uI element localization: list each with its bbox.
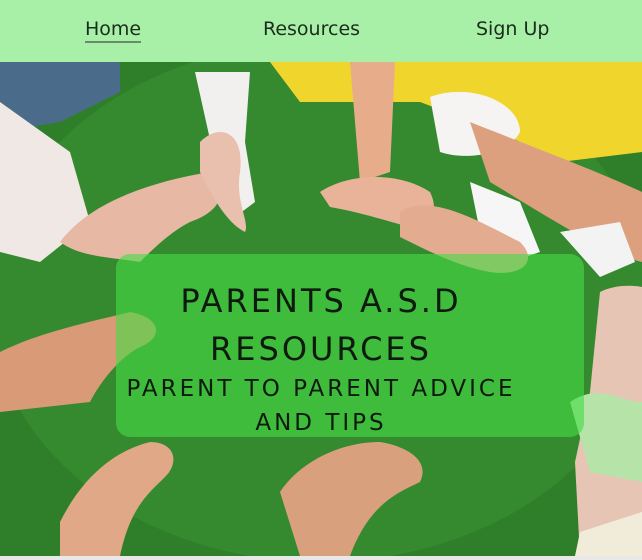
nav-link-home[interactable]: Home xyxy=(85,18,142,43)
top-nav: Home Resources Sign Up xyxy=(0,0,642,62)
nav-link-sign-up[interactable]: Sign Up xyxy=(476,18,549,40)
nav-link-resources[interactable]: Resources xyxy=(263,18,360,40)
hero-subheading-line2: AND TIPS xyxy=(255,410,387,436)
hero-subheading-line1: PARENT TO PARENT ADVICE xyxy=(126,376,516,402)
hero-heading-line1: PARENTS A.S.D xyxy=(180,282,462,320)
hero-heading-line2: RESOURCES xyxy=(210,330,432,368)
bottom-section-edge xyxy=(0,556,642,560)
